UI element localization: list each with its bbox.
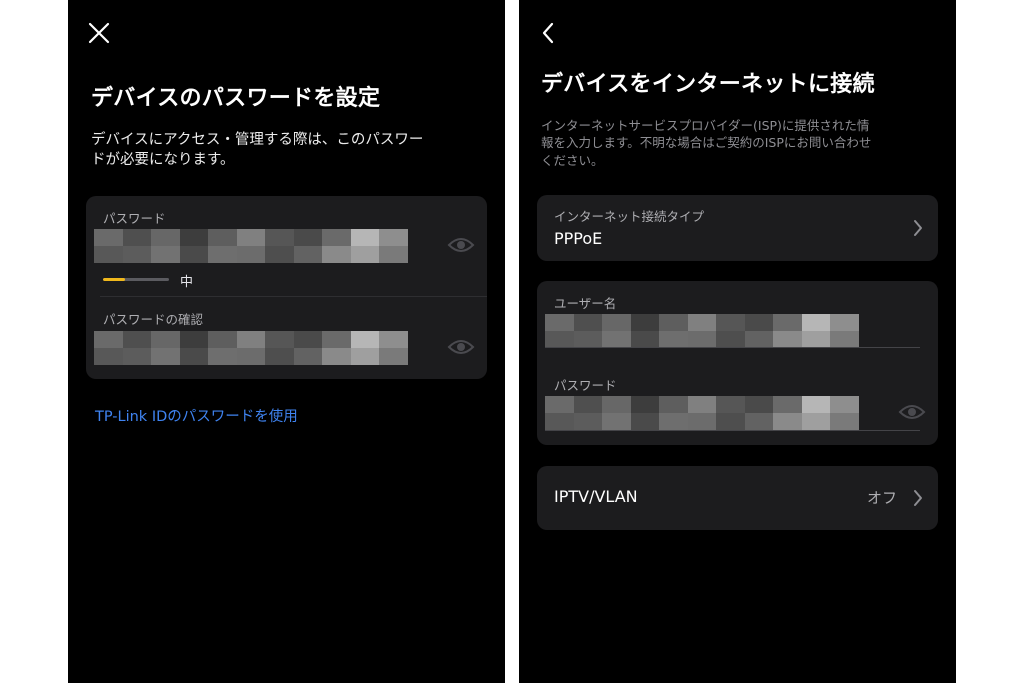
divider (100, 296, 487, 297)
page-title: デバイスをインターネットに接続 (541, 72, 875, 97)
page-description: インターネットサービスプロバイダー(ISP)に提供された情 報を入力します。不明… (541, 118, 872, 168)
password-strength-label: 中 (180, 275, 194, 290)
chevron-right-icon (912, 218, 924, 238)
page-title: デバイスのパスワードを設定 (91, 86, 381, 111)
password-underline (545, 430, 920, 431)
iptv-vlan-row[interactable]: IPTV/VLAN オフ (537, 466, 938, 530)
password-strength-fill (103, 278, 125, 281)
eye-icon[interactable] (898, 402, 926, 422)
password-strength-bar (103, 278, 169, 281)
back-arrow-icon[interactable] (533, 17, 565, 49)
password-label: パスワード (103, 211, 166, 226)
password-input[interactable] (545, 396, 860, 430)
credentials-card: ユーザー名 パスワード (537, 281, 938, 445)
password-setup-screen: デバイスのパスワードを設定 デバイスにアクセス・管理する際は、このパスワー ドが… (68, 0, 505, 683)
username-input[interactable] (545, 314, 860, 348)
iptv-vlan-label: IPTV/VLAN (554, 487, 638, 506)
internet-connection-screen: デバイスをインターネットに接続 インターネットサービスプロバイダー(ISP)に提… (519, 0, 956, 683)
eye-icon[interactable] (447, 235, 475, 255)
connection-type-label: インターネット接続タイプ (554, 209, 705, 224)
password-input[interactable] (94, 229, 409, 263)
confirm-password-label: パスワードの確認 (103, 312, 204, 327)
confirm-password-input[interactable] (94, 331, 409, 365)
password-card: パスワード 中 パスワードの確認 (86, 196, 487, 379)
connection-type-selector[interactable]: インターネット接続タイプ PPPoE (537, 195, 938, 261)
username-underline (545, 347, 920, 348)
connection-type-value: PPPoE (554, 229, 603, 248)
close-icon[interactable] (83, 17, 115, 49)
eye-icon[interactable] (447, 337, 475, 357)
password-label: パスワード (554, 378, 617, 393)
chevron-right-icon (912, 488, 924, 508)
page-description: デバイスにアクセス・管理する際は、このパスワー ドが必要になります。 (91, 132, 424, 168)
username-label: ユーザー名 (554, 296, 617, 311)
use-tplink-id-password-link[interactable]: TP-Link IDのパスワードを使用 (95, 405, 298, 426)
iptv-vlan-status: オフ (867, 489, 898, 507)
